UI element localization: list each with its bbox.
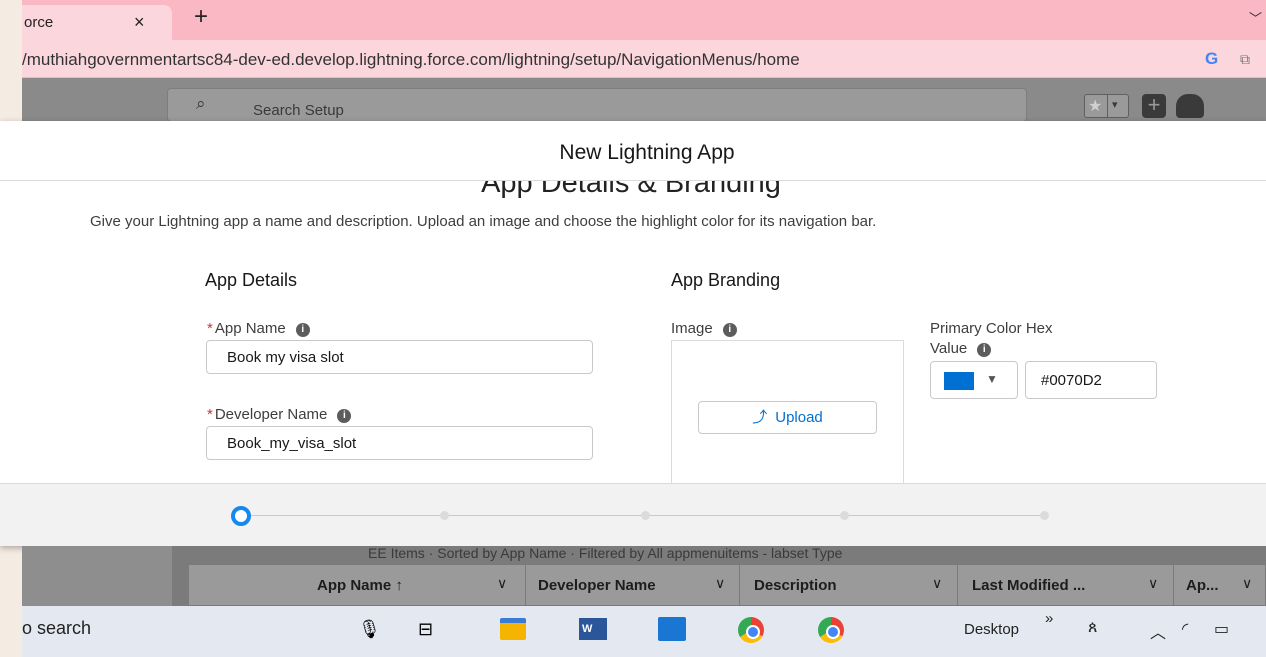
color-swatch [944, 372, 974, 390]
chevron-down-icon[interactable]: ▾ [1112, 98, 1118, 111]
primary-color-label-line2: Value i [930, 340, 992, 357]
primary-color-label: Primary Color Hex [930, 320, 1053, 337]
battery-icon[interactable]: ▭ [1214, 619, 1229, 639]
image-label-text: Image [671, 320, 713, 337]
list-view-background: EE Items · Sorted by App Name · Filtered… [22, 545, 1266, 606]
search-placeholder: Search Setup [253, 102, 344, 119]
chevron-down-icon[interactable]: ∨ [932, 575, 942, 592]
info-icon[interactable]: i [295, 323, 310, 337]
url-field[interactable]: /muthiahgovernmentartsc84-dev-ed.develop… [22, 50, 800, 70]
developer-name-input[interactable] [206, 426, 593, 460]
chrome-profile-icon[interactable] [818, 617, 844, 643]
progress-step-3[interactable] [641, 511, 650, 520]
tray-chevron-icon[interactable]: ︿ [1150, 619, 1166, 643]
column-header-label: App Name ↑ [317, 577, 403, 594]
tab-close-icon[interactable]: × [134, 12, 145, 33]
search-icon: ⌕ [196, 94, 206, 113]
chevron-down-icon: ▼ [986, 372, 998, 386]
star-icon: ★ [1088, 98, 1103, 115]
browser-tab-bar: orce × + ﹀ [22, 0, 1266, 40]
new-tab-icon[interactable]: + [194, 5, 208, 29]
column-header-developer-name[interactable]: Developer Name ∨ [526, 565, 740, 605]
column-header-app-name[interactable]: App Name ↑ ∨ [189, 565, 526, 605]
task-view-icon[interactable]: ⊟ [418, 619, 433, 640]
toolbar-overflow-icon[interactable]: » [1045, 610, 1053, 627]
people-icon[interactable]: ጰ [1088, 619, 1098, 637]
info-icon[interactable]: i [977, 343, 992, 357]
windows-taskbar: o search 🎙 ⊟ W Desktop » ጰ ︿ ◜ ▭ [22, 606, 1266, 657]
developer-name-label-text: Developer Name [214, 406, 328, 423]
app-details-heading: App Details [205, 270, 298, 290]
developer-name-label: * Developer Name i [207, 406, 352, 423]
upload-label: Upload [775, 409, 823, 426]
modal-header: New Lightning App [0, 121, 1266, 181]
hex-color-input[interactable] [1025, 361, 1157, 399]
app-name-input[interactable] [206, 340, 593, 374]
word-icon[interactable]: W [579, 618, 607, 640]
microphone-icon[interactable]: 🎙 [358, 619, 381, 640]
setup-header: ⌕ Search Setup ★ ▾ + [22, 78, 1266, 122]
taskbar-search[interactable]: o search [22, 618, 91, 639]
desktop-toolbar[interactable]: Desktop [964, 621, 1019, 638]
app-name-label-text: App Name [214, 320, 286, 337]
column-header-label: Last Modified ... [972, 577, 1086, 594]
progress-step-1[interactable] [231, 506, 251, 526]
chrome-icon[interactable] [738, 617, 764, 643]
global-actions-plus-icon[interactable]: + [1142, 94, 1166, 118]
modal-title: New Lightning App [559, 141, 735, 164]
progress-step-2[interactable] [440, 511, 449, 520]
progress-step-5[interactable] [1040, 511, 1049, 520]
chevron-down-icon[interactable]: ∨ [1242, 575, 1252, 592]
favorites-button[interactable]: ★ ▾ [1084, 94, 1129, 118]
required-mark: * [207, 406, 213, 423]
column-header-app[interactable]: Ap... ∨ [1174, 565, 1266, 605]
list-view-info: EE Items · Sorted by App Name · Filtered… [368, 545, 843, 561]
browser-tab[interactable]: orce × [22, 5, 172, 40]
app-branding-heading: App Branding [671, 270, 781, 290]
primary-color-label-value: Value [930, 340, 968, 357]
extension-icon[interactable]: ⧉ [1240, 51, 1250, 68]
chevron-down-icon[interactable]: ∨ [1148, 575, 1158, 592]
google-icon[interactable]: G [1205, 49, 1218, 69]
file-explorer-icon[interactable] [500, 618, 526, 640]
column-header-label: Description [754, 577, 837, 594]
progress-step-4[interactable] [840, 511, 849, 520]
table-header: App Name ↑ ∨ Developer Name ∨ Descriptio… [188, 564, 1266, 606]
color-picker-button[interactable]: ▼ [930, 361, 1018, 399]
photos-icon[interactable] [658, 617, 686, 641]
chevron-down-icon[interactable]: ∨ [497, 575, 507, 592]
favorites-divider [1107, 95, 1108, 117]
address-bar: /muthiahgovernmentartsc84-dev-ed.develop… [22, 40, 1266, 78]
trailhead-icon[interactable] [1176, 94, 1204, 118]
info-icon[interactable]: i [337, 409, 352, 423]
info-icon[interactable]: i [722, 323, 737, 337]
upload-button[interactable]: ⤴ Upload [698, 401, 877, 434]
column-header-description[interactable]: Description ∨ [740, 565, 958, 605]
wifi-icon[interactable]: ◜ [1182, 619, 1188, 639]
new-lightning-app-modal: New Lightning App App Details & Branding… [0, 121, 1266, 546]
modal-footer [0, 483, 1266, 546]
column-header-label: Developer Name [538, 577, 656, 594]
column-header-label: Ap... [1186, 577, 1219, 594]
upload-icon: ⤴ [752, 409, 768, 426]
app-name-label: * App Name i [207, 320, 310, 337]
required-mark: * [207, 320, 213, 337]
column-header-last-modified[interactable]: Last Modified ... ∨ [958, 565, 1174, 605]
tab-search-chevron-icon[interactable]: ﹀ [1249, 8, 1262, 27]
chevron-down-icon[interactable]: ∨ [715, 575, 725, 592]
tab-title: orce [24, 14, 54, 31]
image-label: Image i [671, 320, 737, 337]
section-description: Give your Lightning app a name and descr… [90, 213, 877, 230]
search-setup-input[interactable]: ⌕ Search Setup [167, 88, 1027, 122]
